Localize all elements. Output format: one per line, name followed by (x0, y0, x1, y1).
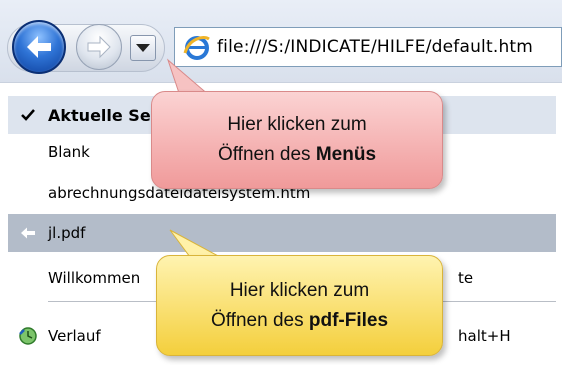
menu-item-shortcut: halt+H (458, 327, 511, 345)
callout-line: Öffnen des Menüs (217, 144, 377, 165)
toolbar-divider (0, 82, 562, 83)
ie-page-icon (183, 36, 210, 60)
forward-arrow-icon (87, 35, 111, 59)
back-arrow-icon (27, 36, 51, 58)
back-arrow-small-icon (8, 214, 48, 252)
recent-pages-dropdown-button[interactable] (130, 35, 156, 61)
address-url[interactable]: file:///S:/INDICATE/HILFE/default.htm (217, 37, 533, 57)
menu-item-label: Willkommen (48, 269, 141, 287)
check-icon (8, 96, 48, 134)
history-icon (8, 317, 48, 355)
callout-line: Öffnen des pdf-Files (210, 309, 389, 331)
address-bar[interactable]: file:///S:/INDICATE/HILFE/default.htm (174, 27, 562, 67)
chevron-down-icon (136, 44, 150, 52)
menu-item-label: Verlauf (48, 327, 101, 345)
menu-item-label: jl.pdf (48, 224, 86, 242)
pdf-callout-pointer (169, 229, 221, 258)
menu-left-edge (0, 84, 8, 365)
menu-hint-callout: Hier klicken zum Öffnen des Menüs (151, 91, 443, 189)
menu-item-jl-pdf[interactable]: jl.pdf (8, 214, 556, 252)
callout-line: Hier klicken zum (227, 114, 367, 135)
pdf-hint-callout: Hier klicken zum Öffnen des pdf-Files (156, 255, 443, 356)
forward-button[interactable] (76, 24, 122, 70)
menu-item-label: Blank (48, 143, 90, 161)
browser-toolbar: file:///S:/INDICATE/HILFE/default.htm (0, 0, 562, 82)
menu-item-label-suffix: te (458, 269, 474, 287)
back-button[interactable] (12, 20, 66, 74)
callout-line: Hier klicken zum (229, 279, 370, 301)
